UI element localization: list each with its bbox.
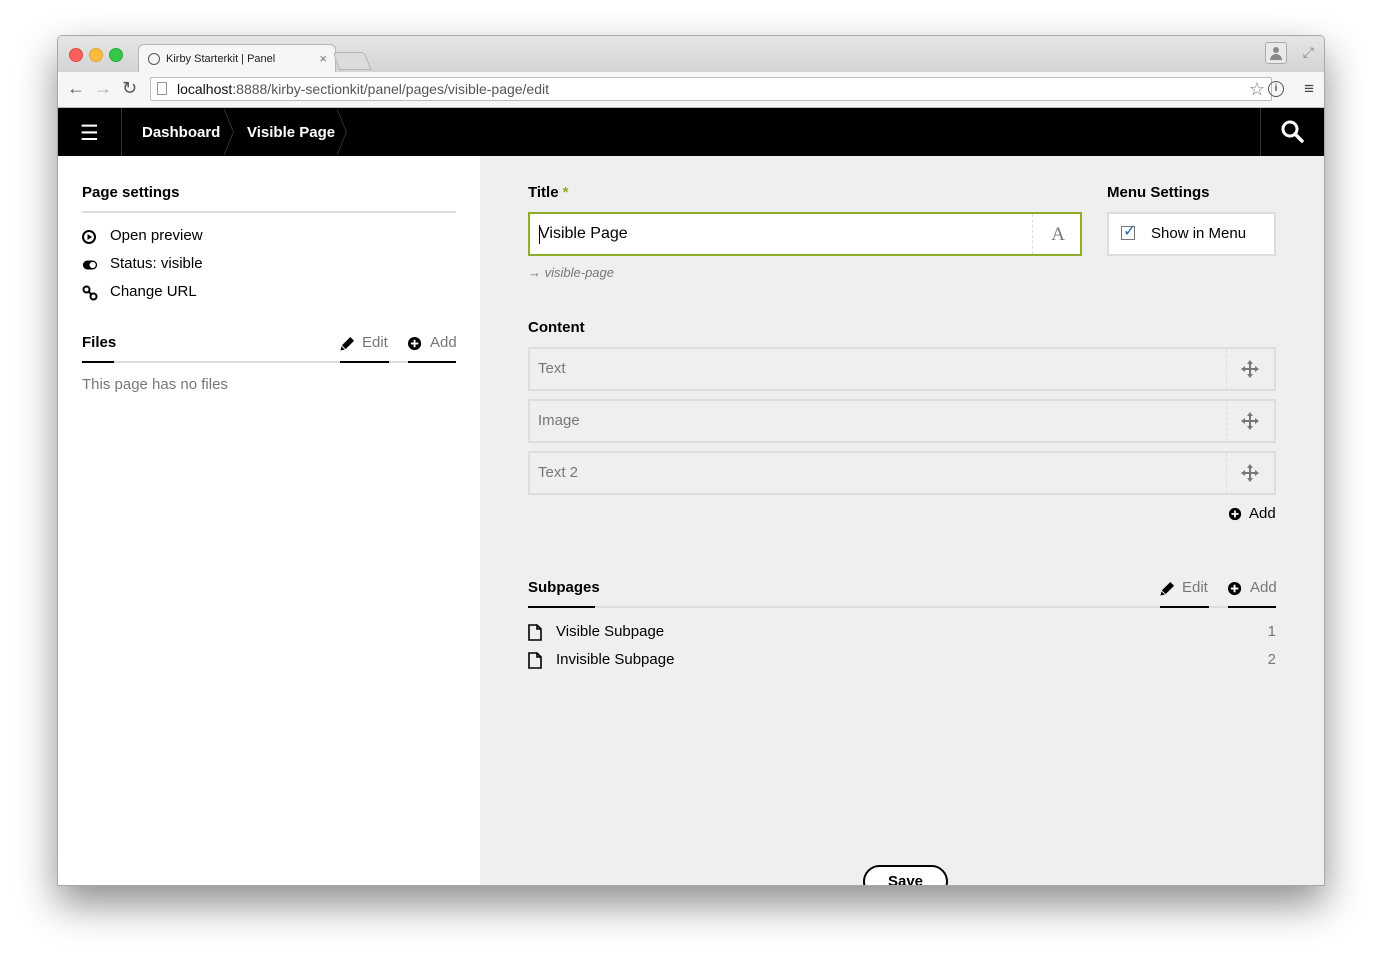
hamburger-icon[interactable]: ☰ <box>80 121 99 146</box>
block-separator <box>1226 349 1227 389</box>
profile-icon[interactable] <box>1265 42 1287 64</box>
block-separator <box>1226 401 1227 441</box>
block-separator <box>1226 453 1227 493</box>
divider <box>82 211 456 213</box>
plus-circle-icon <box>408 336 422 351</box>
show-in-menu-checkbox-field[interactable]: ✓ Show in Menu <box>1107 212 1276 256</box>
file-icon <box>528 624 542 641</box>
link-icon <box>82 285 98 301</box>
breadcrumb-dashboard[interactable]: Dashboard <box>142 124 220 141</box>
show-in-menu-checkbox[interactable]: ✓ <box>1121 223 1136 240</box>
subpages-add-underline <box>1228 606 1276 608</box>
pencil-icon <box>340 336 355 351</box>
font-icon: A <box>1051 224 1065 245</box>
subpage-item[interactable]: Invisible Subpage 2 <box>528 651 1276 671</box>
play-circle-icon <box>82 230 96 244</box>
subpages-title: Subpages <box>528 579 600 596</box>
plus-circle-icon <box>1228 581 1242 596</box>
url-text[interactable]: localhost:8888/kirby-sectionkit/panel/pa… <box>177 81 549 97</box>
address-bar[interactable]: localhost:8888/kirby-sectionkit/panel/pa… <box>150 77 1272 101</box>
required-star: * <box>562 184 569 201</box>
info-icon[interactable]: i <box>1268 81 1284 97</box>
back-icon[interactable]: ← <box>67 78 85 99</box>
breadcrumb-separator <box>336 108 347 156</box>
app-topbar: ☰ Dashboard Visible Page <box>58 108 1324 156</box>
content-block[interactable]: Text <box>528 347 1276 391</box>
plus-circle-icon <box>1228 507 1242 521</box>
new-tab-button[interactable] <box>332 52 372 70</box>
text-caret <box>539 225 540 244</box>
subpage-item[interactable]: Visible Subpage 1 <box>528 623 1276 643</box>
move-icon[interactable] <box>1241 412 1259 430</box>
move-icon[interactable] <box>1241 360 1259 378</box>
subpages-title-underline <box>528 606 595 608</box>
menu-icon[interactable]: ≡ <box>1304 79 1314 99</box>
page-settings-title: Page settings <box>82 184 180 201</box>
browser-window: Kirby Starterkit | Panel × ⤢ ← → ↻ local… <box>57 35 1325 886</box>
move-icon[interactable] <box>1241 464 1259 482</box>
files-title: Files <box>82 334 117 351</box>
reload-icon[interactable]: ↻ <box>122 78 137 99</box>
page-icon <box>157 82 167 95</box>
star-icon[interactable]: ☆ <box>1249 79 1265 100</box>
files-add-underline <box>408 361 456 363</box>
divider <box>82 361 456 363</box>
save-button[interactable]: Save <box>863 865 948 885</box>
checkmark-icon: ✓ <box>1123 223 1137 240</box>
content-block[interactable]: Text 2 <box>528 451 1276 495</box>
fullscreen-icon[interactable]: ⤢ <box>1303 44 1314 61</box>
subpages-edit-underline <box>1160 606 1209 608</box>
slug-preview: → visible-page <box>528 265 614 280</box>
search-icon[interactable] <box>1280 119 1304 143</box>
show-in-menu-label: Show in Menu <box>1151 225 1247 242</box>
sidebar: Page settings Open preview Status: visib… <box>58 156 480 885</box>
content-block[interactable]: Image <box>528 399 1276 443</box>
file-icon <box>528 652 542 669</box>
files-empty-message: This page has no files <box>82 376 228 393</box>
title-input[interactable]: Visible Page A <box>528 212 1082 256</box>
breadcrumb-visible-page[interactable]: Visible Page <box>247 124 335 141</box>
minimize-window-button[interactable] <box>89 48 103 62</box>
favicon-icon <box>148 53 160 65</box>
browser-tab[interactable]: Kirby Starterkit | Panel × <box>138 44 336 73</box>
close-window-button[interactable] <box>69 48 83 62</box>
topbar-divider <box>121 108 122 156</box>
search-divider <box>1260 108 1261 156</box>
content-label: Content <box>528 319 585 336</box>
pencil-icon <box>1160 581 1175 596</box>
tab-close-icon[interactable]: × <box>319 51 327 66</box>
title-label: Title * <box>528 184 569 201</box>
title-input-value: Visible Page <box>539 225 628 242</box>
breadcrumb-separator <box>223 108 234 156</box>
files-edit-underline <box>340 361 389 363</box>
main-form: Title * Visible Page A → visible-page Men… <box>480 156 1324 885</box>
input-separator <box>1032 214 1033 254</box>
forward-icon[interactable]: → <box>94 78 112 99</box>
browser-toolbar: ← → ↻ localhost:8888/kirby-sectionkit/pa… <box>58 72 1324 108</box>
files-title-underline <box>82 361 114 363</box>
tab-title: Kirby Starterkit | Panel <box>166 53 276 65</box>
zoom-window-button[interactable] <box>109 48 123 62</box>
tab-strip: Kirby Starterkit | Panel × ⤢ <box>58 36 1324 73</box>
toggle-icon <box>82 260 98 270</box>
menu-settings-label: Menu Settings <box>1107 184 1210 201</box>
